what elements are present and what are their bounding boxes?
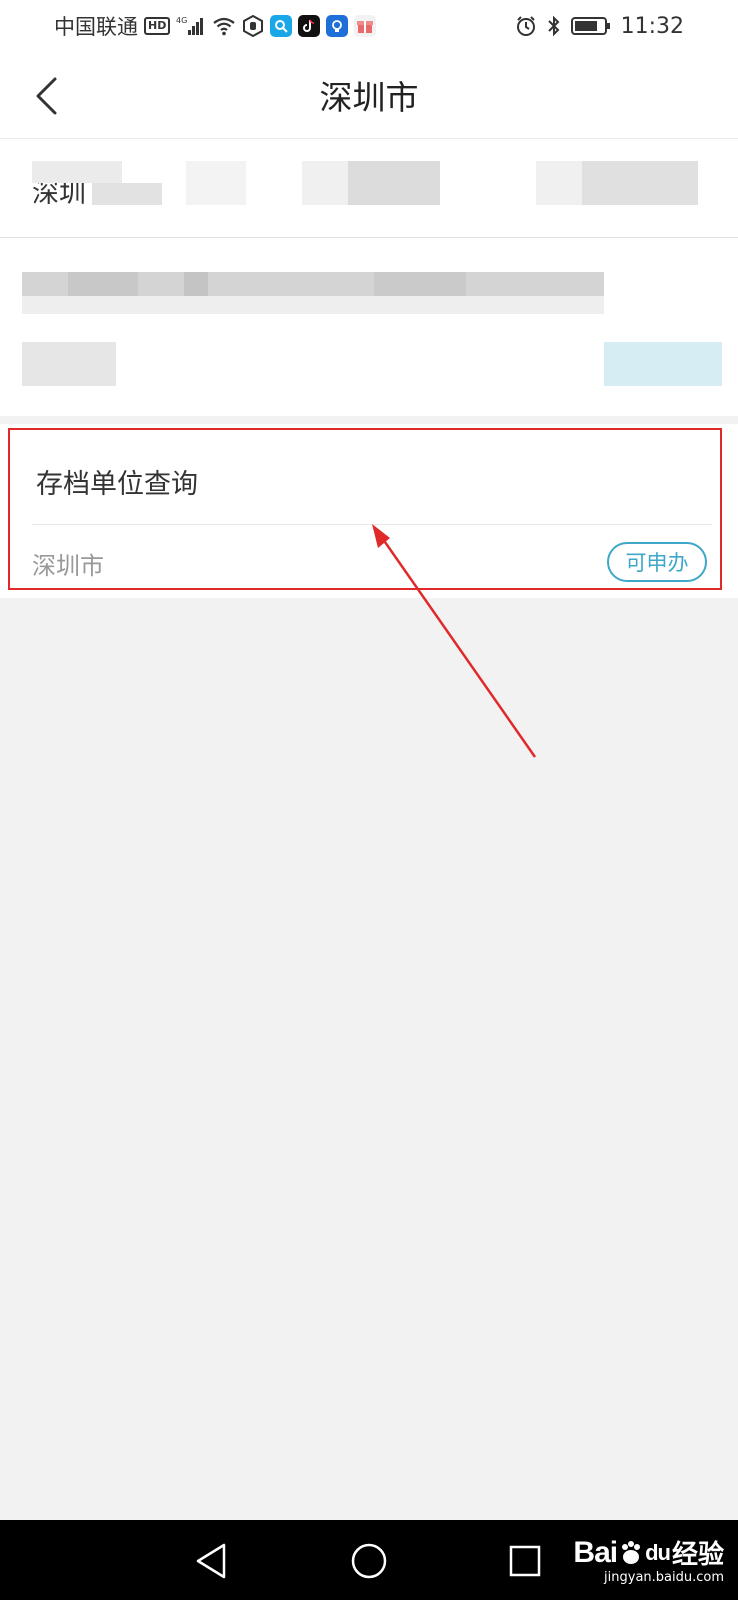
page-title: 深圳市 <box>319 78 419 117</box>
pixel-block <box>536 161 582 205</box>
pixel-block <box>582 161 698 205</box>
pixel-block <box>22 296 604 314</box>
pixel-block <box>32 161 122 183</box>
network-label: 4G <box>176 16 187 25</box>
blurred-section: 深圳 <box>0 138 738 416</box>
system-nav-bar: Bai du 经验 jingyan.baidu.com <box>0 1520 738 1600</box>
top-header: 深圳市 <box>0 52 738 138</box>
wifi-icon <box>212 15 236 37</box>
status-time: 11:32 <box>620 13 684 39</box>
service-card[interactable]: 存档单位查询 深圳市 可申办 <box>0 424 738 598</box>
watermark-jingyan: 经验 <box>671 1540 724 1570</box>
watermark-logo-tail: du <box>645 1539 671 1565</box>
pixel-block <box>184 272 208 296</box>
status-right: 11:32 <box>515 14 684 39</box>
bulb-app-icon <box>326 15 349 37</box>
search-app-icon <box>270 15 293 37</box>
bluetooth-icon <box>547 15 561 37</box>
watermark-url: jingyan.baidu.com <box>604 1570 724 1585</box>
pixel-block <box>348 161 440 205</box>
card-divider <box>32 524 712 525</box>
nav-home-button[interactable] <box>346 1538 392 1584</box>
alarm-icon <box>515 15 537 37</box>
home-circle-icon <box>351 1543 387 1579</box>
pixel-block <box>604 342 722 386</box>
watermark-logo: Bai <box>573 1535 618 1569</box>
signal-icon: 4G <box>176 15 206 37</box>
status-left: 中国联通 HD 4G <box>54 11 377 41</box>
battery-icon <box>570 15 611 37</box>
hd-icon: HD <box>144 17 171 35</box>
pixel-block <box>22 342 116 386</box>
pixel-block <box>374 272 466 296</box>
paw-icon <box>622 1540 641 1564</box>
service-city: 深圳市 <box>32 552 104 580</box>
recents-square-icon <box>509 1545 541 1577</box>
hand-icon <box>242 15 264 37</box>
back-triangle-icon <box>196 1543 226 1579</box>
service-title: 存档单位查询 <box>36 469 198 500</box>
nav-back-button[interactable] <box>188 1538 234 1584</box>
pixel-block <box>68 272 138 296</box>
baidu-watermark: Bai du 经验 jingyan.baidu.com <box>573 1534 724 1586</box>
pixel-block <box>302 161 348 205</box>
gift-app-icon <box>354 15 377 37</box>
nav-recents-button[interactable] <box>502 1538 548 1584</box>
blurred-row[interactable] <box>0 238 738 416</box>
pixel-block <box>186 161 246 205</box>
back-button[interactable] <box>26 74 66 118</box>
blurred-row[interactable]: 深圳 <box>0 138 738 238</box>
chevron-left-icon <box>36 77 57 115</box>
status-badge[interactable]: 可申办 <box>607 542 707 582</box>
tiktok-icon <box>298 15 321 37</box>
status-bar: 中国联通 HD 4G 11:32 <box>0 0 738 52</box>
carrier-label: 中国联通 <box>54 15 138 39</box>
pixel-block <box>92 183 162 205</box>
